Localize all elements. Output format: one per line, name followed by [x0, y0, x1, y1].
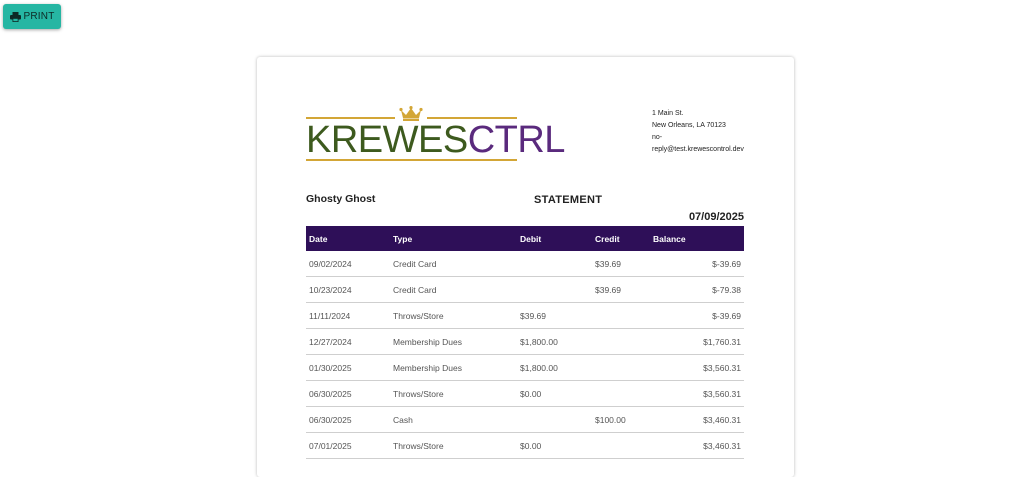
- cell-type: Membership Dues: [393, 337, 462, 347]
- cell-balance: $-39.69: [712, 259, 741, 269]
- transactions-table: Date Type Debit Credit Balance 09/02/202…: [306, 226, 744, 459]
- address-line: no-: [652, 134, 663, 141]
- print-button[interactable]: PRINT: [3, 4, 61, 29]
- address-line: reply@test.krewescontrol.dev: [652, 146, 744, 153]
- cell-type: Membership Dues: [393, 363, 462, 373]
- krewesctrl-logo: KREWESCTRL: [306, 106, 565, 162]
- table-row: 06/30/2025 Throws/Store $0.00 $3,560.31: [306, 381, 744, 407]
- cell-balance: $-39.69: [712, 311, 741, 321]
- table-row: 07/01/2025 Throws/Store $0.00 $3,460.31: [306, 433, 744, 459]
- cell-type: Cash: [393, 415, 413, 425]
- cell-debit: $1,800.00: [520, 363, 558, 373]
- logo-wordmark-krewes: KREWES: [306, 119, 468, 161]
- cell-date: 12/27/2024: [309, 337, 352, 347]
- address-line: 1 Main St.: [652, 110, 684, 117]
- cell-type: Throws/Store: [393, 389, 444, 399]
- cell-date: 06/30/2025: [309, 415, 352, 425]
- table-row: 09/02/2024 Credit Card $39.69 $-39.69: [306, 251, 744, 277]
- member-name: Ghosty Ghost: [306, 193, 376, 205]
- statement-date: 07/09/2025: [688, 211, 744, 223]
- table-row: 12/27/2024 Membership Dues $1,800.00 $1,…: [306, 329, 744, 355]
- cell-credit: $39.69: [595, 259, 621, 269]
- address-line: New Orleans, LA 70123: [652, 122, 726, 129]
- cell-credit: $39.69: [595, 285, 621, 295]
- cell-balance: $-79.38: [712, 285, 741, 295]
- cell-date: 09/02/2024: [309, 259, 352, 269]
- cell-debit: $39.69: [520, 311, 546, 321]
- cell-date: 07/01/2025: [309, 441, 352, 451]
- cell-date: 10/23/2024: [309, 285, 352, 295]
- table-row: 01/30/2025 Membership Dues $1,800.00 $3,…: [306, 355, 744, 381]
- cell-balance: $3,460.31: [703, 415, 741, 425]
- cell-balance: $1,760.31: [703, 337, 741, 347]
- cell-type: Credit Card: [393, 259, 437, 269]
- printer-icon: [9, 11, 21, 22]
- cell-debit: $1,800.00: [520, 337, 558, 347]
- logo-wordmark: KREWESCTRL: [306, 121, 565, 159]
- cell-type: Throws/Store: [393, 311, 444, 321]
- cell-date: 11/11/2024: [309, 311, 351, 321]
- logo-rule-bottom: [306, 159, 517, 161]
- header-debit: Debit: [520, 234, 542, 244]
- table-header: Date Type Debit Credit Balance: [306, 226, 744, 251]
- cell-date: 06/30/2025: [309, 389, 352, 399]
- cell-credit: $100.00: [595, 415, 626, 425]
- cell-debit: $0.00: [520, 389, 542, 399]
- statement-sheet: KREWESCTRL 1 Main St. New Orleans, LA 70…: [257, 57, 794, 477]
- logo-wordmark-ctrl: CTRL: [467, 119, 566, 161]
- cell-date: 01/30/2025: [309, 363, 352, 373]
- header-balance: Balance: [653, 234, 686, 244]
- sender-address: 1 Main St. New Orleans, LA 70123 no- rep…: [652, 108, 762, 156]
- cell-balance: $3,560.31: [703, 389, 741, 399]
- header-type: Type: [393, 234, 413, 244]
- cell-type: Throws/Store: [393, 441, 444, 451]
- print-button-label: PRINT: [23, 11, 55, 22]
- header-credit: Credit: [595, 234, 620, 244]
- cell-balance: $3,460.31: [703, 441, 741, 451]
- cell-type: Credit Card: [393, 285, 437, 295]
- cell-debit: $0.00: [520, 441, 542, 451]
- table-row: 06/30/2025 Cash $100.00 $3,460.31: [306, 407, 744, 433]
- statement-title: STATEMENT: [534, 194, 603, 206]
- table-row: 11/11/2024 Throws/Store $39.69 $-39.69: [306, 303, 744, 329]
- cell-balance: $3,560.31: [703, 363, 741, 373]
- header-date: Date: [309, 234, 328, 244]
- table-row: 10/23/2024 Credit Card $39.69 $-79.38: [306, 277, 744, 303]
